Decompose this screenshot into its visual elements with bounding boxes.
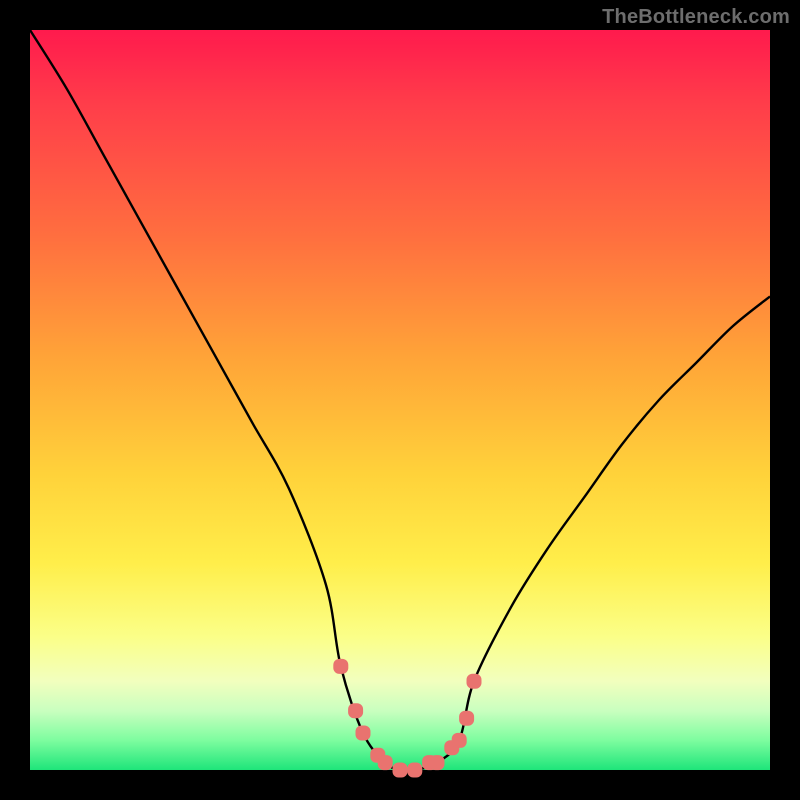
curve-marker — [348, 703, 363, 718]
watermark-text: TheBottleneck.com — [602, 6, 790, 29]
curve-marker — [459, 711, 474, 726]
curve-marker — [430, 755, 445, 770]
curve-marker — [467, 674, 482, 689]
curve-marker — [393, 763, 408, 778]
curve-marker — [378, 755, 393, 770]
chart-frame: TheBottleneck.com — [0, 0, 800, 800]
plot-area — [30, 30, 770, 770]
curve-marker — [356, 726, 371, 741]
curve-marker — [407, 763, 422, 778]
curve-marker — [452, 733, 467, 748]
bottleneck-curve — [30, 30, 770, 770]
curve-marker — [333, 659, 348, 674]
